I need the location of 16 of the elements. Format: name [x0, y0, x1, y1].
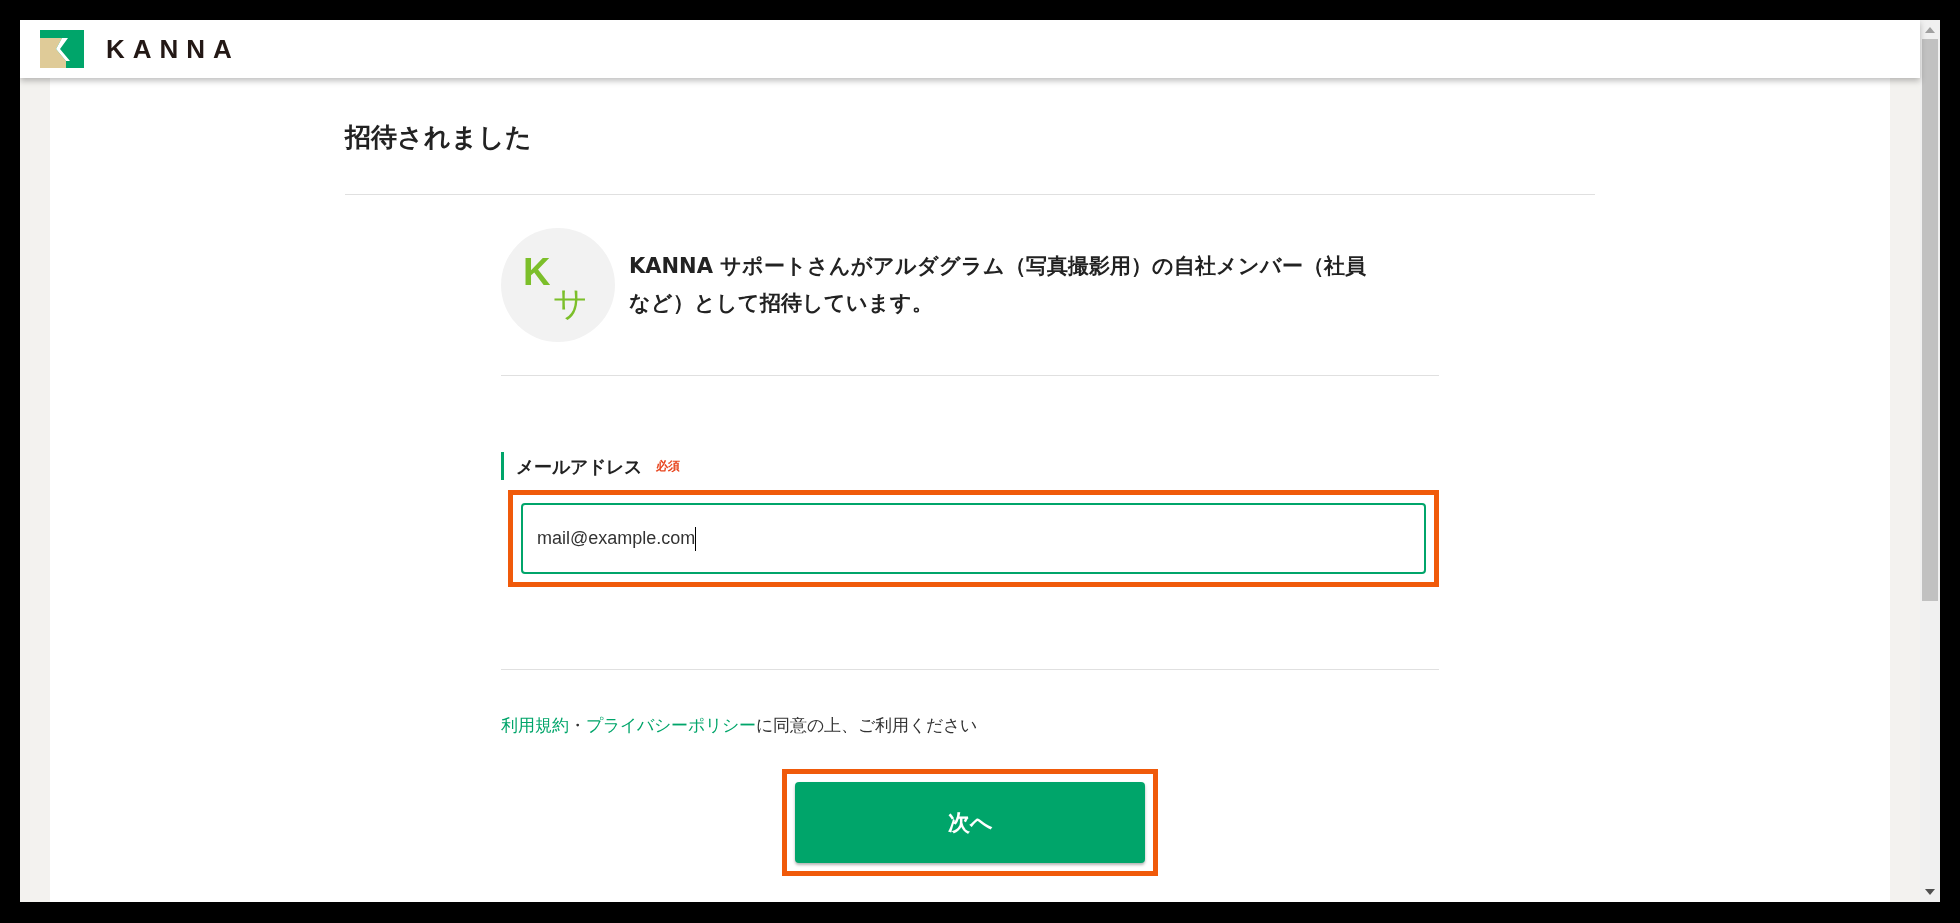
field-label: メールアドレス	[516, 454, 642, 479]
email-input[interactable]: mail@example.com	[521, 503, 1426, 574]
scrollbar-thumb[interactable]	[1922, 39, 1938, 601]
terms-link[interactable]: 利用規約	[501, 713, 569, 739]
scroll-down-icon[interactable]	[1925, 889, 1935, 895]
page-title: 招待されました	[345, 78, 1595, 195]
next-button[interactable]: 次へ	[795, 781, 1145, 863]
logo-icon	[40, 30, 84, 68]
avatar: K サ	[501, 228, 615, 342]
required-tag: 必須	[656, 457, 680, 475]
terms-text: に同意の上、ご利用ください	[756, 714, 977, 737]
logo-text: KANNA	[106, 32, 240, 66]
invitation-message: KANNA サポートさんがアルダグラム（写真撮影用）の自社メンバー（社員など）として招待しています。	[629, 253, 1368, 317]
separator-text: ・	[569, 714, 586, 737]
scroll-up-icon[interactable]	[1925, 27, 1935, 33]
privacy-policy-link[interactable]: プライバシーポリシー	[586, 713, 756, 739]
